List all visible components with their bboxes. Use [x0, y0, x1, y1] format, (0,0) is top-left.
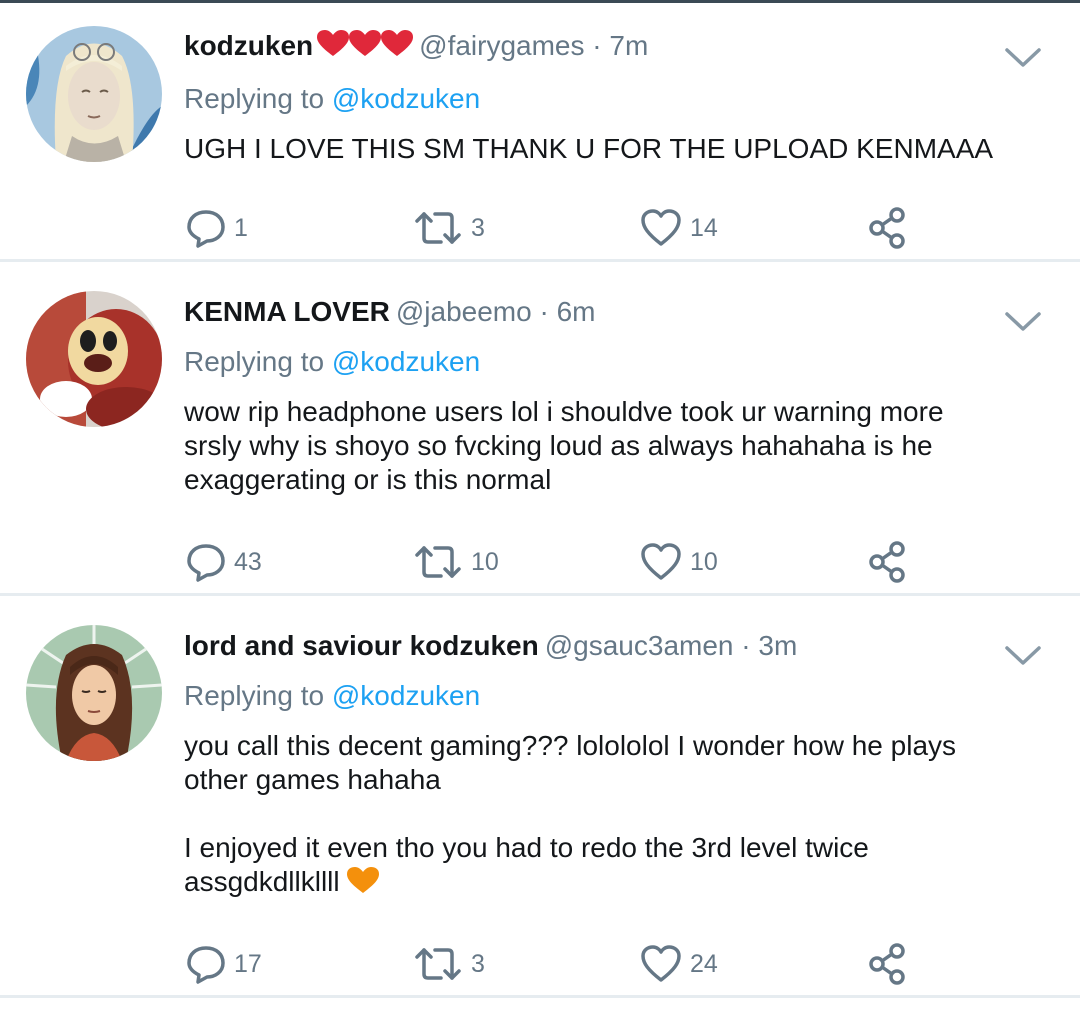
timestamp[interactable]: 7m [609, 30, 648, 61]
tweet-paragraph: UGH I LOVE THIS SM THANK U FOR THE UPLOA… [184, 133, 994, 164]
tweet-actions: 1 3 14 [186, 206, 916, 250]
chevron-down-icon[interactable] [1004, 644, 1042, 668]
retweet-button[interactable]: 10 [413, 540, 499, 584]
tweet-3[interactable]: lord and saviour kodzuken @gsauc3amen · 3… [0, 596, 1080, 998]
avatar[interactable] [26, 26, 162, 162]
tweet-paragraph: you call this decent gaming??? lolololol… [184, 730, 957, 795]
display-name[interactable]: lord and saviour kodzuken [184, 630, 539, 661]
tweet-actions: 43 10 10 [186, 540, 916, 584]
replying-to: Replying to @kodzuken [184, 345, 1000, 379]
timestamp[interactable]: 3m [758, 630, 797, 661]
share-button[interactable] [866, 942, 910, 986]
like-button[interactable]: 14 [640, 206, 718, 250]
like-button[interactable]: 24 [640, 942, 718, 986]
avatar-blonde-woman-sketch-icon [26, 26, 162, 162]
replying-prefix: Replying to [184, 680, 325, 711]
retweet-count: 3 [471, 213, 485, 242]
heart-icon [641, 543, 681, 580]
heart-icon [641, 209, 681, 246]
tweet-header: kodzuken @fairygames · 7m [184, 29, 1000, 66]
retweet-icon [415, 546, 461, 578]
retweet-icon [415, 212, 461, 244]
three-red-hearts-icon [317, 30, 414, 66]
tweet-text: wow rip headphone users lol i shouldve t… [184, 395, 1000, 497]
reply-count: 43 [234, 547, 262, 576]
tweet-paragraph: wow rip headphone users lol i shouldve t… [184, 396, 944, 495]
tweet-text: UGH I LOVE THIS SM THANK U FOR THE UPLOA… [184, 132, 1000, 166]
like-count: 10 [690, 547, 718, 576]
reply-icon [187, 210, 225, 248]
share-button[interactable] [866, 206, 910, 250]
share-icon [869, 943, 905, 985]
reply-icon [187, 946, 225, 984]
reply-button[interactable]: 43 [186, 540, 262, 584]
separator-dot: · [539, 296, 549, 327]
separator-dot: · [592, 30, 602, 61]
like-button[interactable]: 10 [640, 540, 718, 584]
retweet-count: 10 [471, 547, 499, 576]
handle[interactable]: @gsauc3amen [545, 630, 734, 661]
tweet-text: you call this decent gaming??? lolololol… [184, 729, 1000, 903]
avatar[interactable] [26, 291, 162, 427]
chevron-down-icon[interactable] [1004, 46, 1042, 70]
tweet-2[interactable]: KENMA LOVER @jabeemo · 6m Replying to @ko… [0, 262, 1080, 596]
chevron-down-icon[interactable] [1004, 310, 1042, 334]
reply-mention-link[interactable]: @kodzuken [332, 680, 480, 711]
display-name[interactable]: kodzuken [184, 30, 313, 61]
timestamp[interactable]: 6m [557, 296, 596, 327]
handle[interactable]: @fairygames [419, 30, 584, 61]
like-count: 24 [690, 949, 718, 978]
reply-count: 1 [234, 213, 248, 242]
display-name[interactable]: KENMA LOVER [184, 296, 390, 327]
reply-button[interactable]: 1 [186, 206, 248, 250]
tweet-actions: 17 3 24 [186, 942, 916, 986]
reply-icon [187, 544, 225, 582]
replying-prefix: Replying to [184, 346, 325, 377]
avatar-longhair-drawing-icon [26, 625, 162, 761]
like-count: 14 [690, 213, 718, 242]
replying-prefix: Replying to [184, 83, 325, 114]
reply-count: 17 [234, 949, 262, 978]
retweet-button[interactable]: 3 [413, 942, 485, 986]
avatar-mascot-icon [26, 291, 162, 427]
separator-dot: · [741, 630, 751, 661]
avatar[interactable] [26, 625, 162, 761]
tweet-paragraph: I enjoyed it even tho you had to redo th… [184, 831, 1000, 903]
replying-to: Replying to @kodzuken [184, 679, 1000, 713]
retweet-icon [415, 948, 461, 980]
replying-to: Replying to @kodzuken [184, 82, 1000, 116]
handle[interactable]: @jabeemo [396, 296, 532, 327]
retweet-count: 3 [471, 949, 485, 978]
retweet-button[interactable]: 3 [413, 206, 485, 250]
share-icon [869, 541, 905, 583]
tweet-1[interactable]: kodzuken @fairygames · 7m Replying to @k… [0, 0, 1080, 262]
tweet-paragraph-text: I enjoyed it even tho you had to redo th… [184, 832, 869, 897]
reply-button[interactable]: 17 [186, 942, 262, 986]
orange-heart-icon [347, 867, 380, 903]
share-button[interactable] [866, 540, 910, 584]
reply-mention-link[interactable]: @kodzuken [332, 83, 480, 114]
heart-icon [641, 945, 681, 982]
tweet-header: KENMA LOVER @jabeemo · 6m [184, 295, 1000, 329]
share-icon [869, 207, 905, 249]
reply-mention-link[interactable]: @kodzuken [332, 346, 480, 377]
tweet-header: lord and saviour kodzuken @gsauc3amen · 3… [184, 629, 1000, 663]
